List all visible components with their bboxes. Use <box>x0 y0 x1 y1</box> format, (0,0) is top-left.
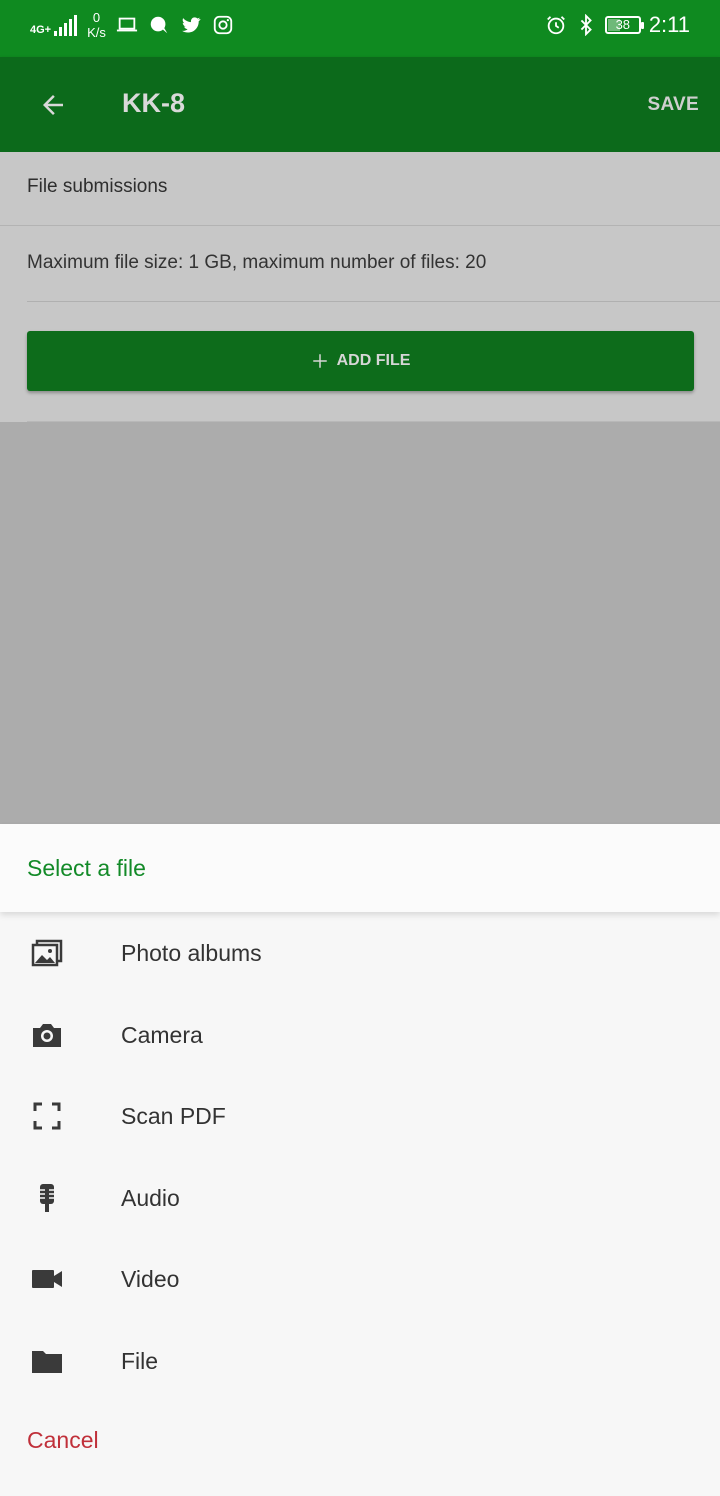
network-type: 4G+ <box>30 24 52 36</box>
option-audio[interactable]: Audio <box>0 1157 720 1239</box>
page-title: KK-8 <box>122 88 186 118</box>
add-file-button[interactable]: ADD FILE <box>27 331 694 391</box>
chat-icon <box>150 16 168 34</box>
option-scan-pdf[interactable]: Scan PDF <box>0 1075 720 1157</box>
option-label: File <box>121 1347 159 1374</box>
alarm-icon <box>546 16 565 35</box>
content-scrim[interactable]: File submissions Maximum file size: 1 GB… <box>0 152 720 824</box>
scan-icon <box>33 1102 61 1130</box>
folder-icon <box>32 1351 62 1373</box>
save-button[interactable]: SAVE <box>647 94 699 116</box>
sheet-header: Select a file <box>0 824 720 912</box>
option-label: Photo albums <box>121 939 262 966</box>
signal-icon <box>54 14 78 36</box>
plus-icon <box>312 354 327 368</box>
instagram-icon <box>213 15 233 35</box>
option-label: Audio <box>121 1184 180 1211</box>
file-picker-sheet: Select a file Photo albums Camera Scan P… <box>0 824 720 1496</box>
option-video[interactable]: Video <box>0 1238 720 1320</box>
photo-albums-icon <box>31 939 63 967</box>
network-speed: 0 K/s <box>87 10 106 40</box>
status-left: 4G+ 0 K/s <box>30 10 234 40</box>
divider <box>27 301 720 302</box>
bluetooth-icon <box>580 14 592 36</box>
clock: 2:11 <box>648 12 690 37</box>
speed-unit: K/s <box>87 25 106 40</box>
sheet-title: Select a file <box>27 855 146 881</box>
back-arrow-icon[interactable] <box>38 90 68 120</box>
status-bar: 4G+ 0 K/s 38 2:11 <box>0 0 720 57</box>
app-bar: KK-8 SAVE <box>0 57 720 152</box>
battery-icon: 38 <box>604 16 644 34</box>
divider <box>0 225 720 226</box>
add-file-label: ADD FILE <box>336 352 411 369</box>
option-label: Scan PDF <box>121 1102 226 1129</box>
speed-value: 0 <box>92 10 101 25</box>
option-photo-albums[interactable]: Photo albums <box>0 912 720 994</box>
section-title: File submissions <box>27 176 168 197</box>
submission-panel: File submissions Maximum file size: 1 GB… <box>0 152 720 422</box>
video-camera-icon <box>32 1270 62 1288</box>
option-file[interactable]: File <box>0 1320 720 1402</box>
option-label: Camera <box>121 1021 203 1048</box>
file-limit-text: Maximum file size: 1 GB, maximum number … <box>27 252 487 273</box>
microphone-icon <box>40 1184 54 1212</box>
status-right: 38 2:11 <box>545 12 690 38</box>
battery-level: 38 <box>615 17 631 32</box>
cancel-button[interactable]: Cancel <box>27 1427 99 1454</box>
network-indicator: 4G+ <box>30 14 78 36</box>
option-camera[interactable]: Camera <box>0 994 720 1076</box>
camera-icon <box>33 1024 61 1047</box>
twitter-icon <box>182 17 201 33</box>
laptop-icon <box>116 17 137 32</box>
divider <box>27 421 720 422</box>
option-label: Video <box>121 1265 180 1292</box>
